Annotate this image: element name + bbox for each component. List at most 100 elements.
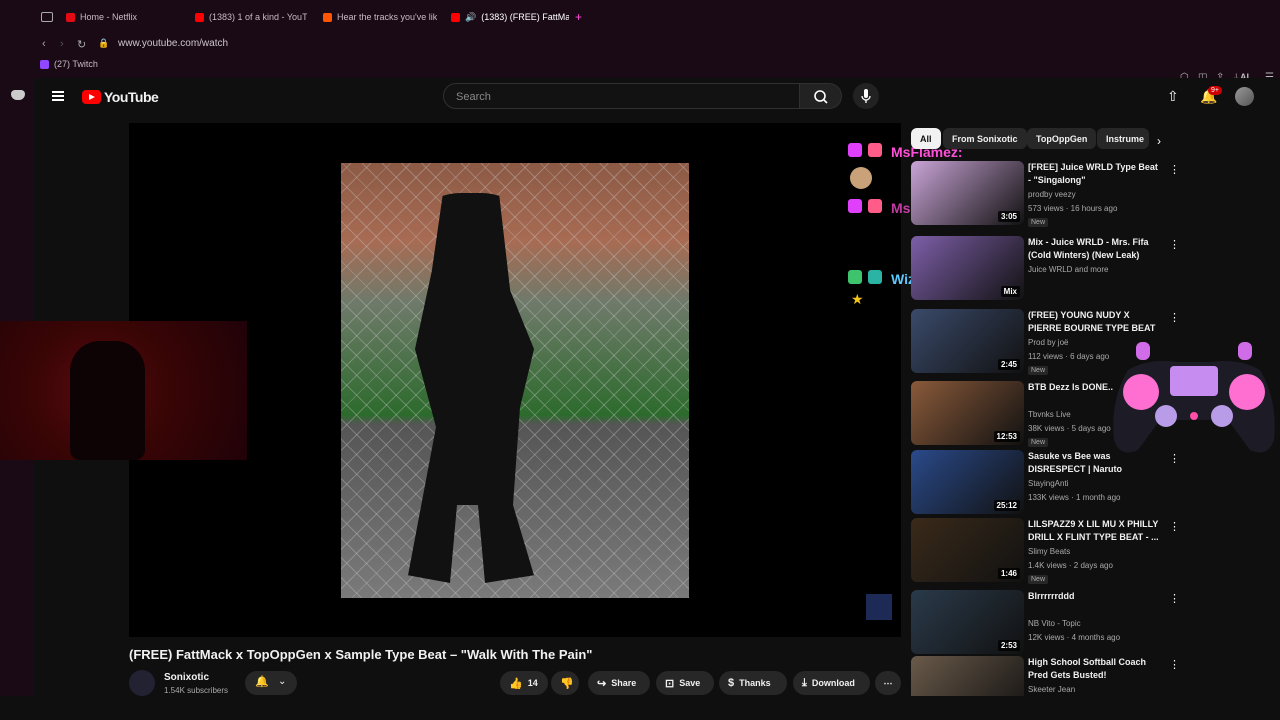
reload-icon[interactable]: ↻	[77, 38, 86, 51]
channel-avatar[interactable]	[129, 670, 155, 696]
tab-manager-icon[interactable]	[41, 12, 53, 22]
soundcloud-icon	[323, 12, 332, 22]
download-button[interactable]: ⤓ Download	[793, 671, 870, 695]
new-tab-button[interactable]: +	[575, 8, 582, 26]
star-icon: ★	[851, 291, 864, 307]
back-icon[interactable]: ‹	[42, 38, 46, 50]
recommendation-item[interactable]: 1:46 LILSPAZZ9 X LIL MU X PHILLY DRILL X …	[911, 518, 1201, 584]
more-vertical-icon[interactable]: ⋮	[1169, 520, 1180, 533]
recommendation-meta: 133K views · 1 month ago	[1028, 493, 1121, 502]
logo-text: YouTube	[104, 89, 159, 105]
recommendation-thumbnail[interactable]: 3:05	[911, 161, 1024, 225]
url-text[interactable]: www.youtube.com/watch	[118, 38, 228, 49]
browser-chrome: Home - Netflix (1383) 1 of a kind - YouT…	[0, 0, 1280, 83]
search-input[interactable]	[454, 90, 788, 104]
recommendation-channel[interactable]: Juice WRLD and more	[1028, 265, 1108, 274]
discord-icon[interactable]	[11, 90, 25, 100]
recommendation-title[interactable]: Blrrrrrrddd	[1028, 590, 1160, 603]
chevron-right-icon[interactable]: ›	[1157, 134, 1161, 148]
recommendation-channel[interactable]: Skeeter Jean	[1028, 685, 1075, 694]
recommendation-thumbnail[interactable]: 12:53	[911, 381, 1024, 445]
speaker-icon: 🔊	[465, 11, 477, 22]
robot-icon	[868, 270, 882, 284]
recommendation-meta: 112 views · 6 days ago	[1028, 352, 1110, 361]
microphone-icon	[861, 89, 871, 103]
duration-badge: Mix	[1000, 286, 1020, 297]
recommendation-channel[interactable]: Tbvnks Live	[1028, 410, 1071, 419]
streamer-figure	[70, 341, 145, 460]
user-avatar[interactable]	[1235, 87, 1254, 106]
hamburger-menu-icon[interactable]	[52, 91, 64, 101]
search-button[interactable]	[800, 83, 842, 109]
upload-icon[interactable]: ⇧	[1167, 88, 1179, 105]
youtube-logo[interactable]: YouTube	[82, 89, 159, 105]
emote-icon	[850, 167, 872, 189]
thumbs-up-icon: 👍	[509, 677, 523, 690]
recommendation-title[interactable]: [FREE] Juice WRLD Type Beat - "Singalong…	[1028, 161, 1160, 187]
dislike-button[interactable]: 👎	[551, 671, 579, 695]
more-actions-button[interactable]: ⋯	[875, 671, 901, 695]
save-button[interactable]: ⊡ Save	[656, 671, 714, 695]
chip-from-channel[interactable]: From Sonixotic	[943, 128, 1027, 149]
recommendation-channel[interactable]: StayingAnti	[1028, 479, 1068, 488]
more-vertical-icon[interactable]: ⋮	[1169, 658, 1180, 671]
recommendation-title[interactable]: High School Softball Coach Pred Gets Bus…	[1028, 656, 1160, 682]
subscriber-count: 1.54K subscribers	[164, 686, 229, 695]
save-label: Save	[679, 678, 701, 688]
tab-strip: Home - Netflix (1383) 1 of a kind - YouT…	[0, 0, 1280, 34]
recommendation-channel[interactable]: Prod by joë	[1028, 338, 1068, 347]
tab-youtube-1[interactable]: (1383) 1 of a kind - YouTu	[195, 8, 307, 26]
subscription-bell-button[interactable]: 🔔 ⌄	[245, 671, 297, 695]
bookmark-twitch[interactable]: (27) Twitch	[40, 59, 98, 69]
like-count: 14	[527, 678, 538, 688]
webcam-overlay	[0, 321, 247, 460]
recommendation-meta: 1.4K views · 2 days ago	[1028, 561, 1113, 570]
share-label: Share	[611, 678, 637, 688]
recommendation-channel[interactable]: NB Vito - Topic	[1028, 619, 1081, 628]
download-icon: ⤓	[802, 676, 807, 689]
recommendation-title[interactable]: LILSPAZZ9 X LIL MU X PHILLY DRILL X FLIN…	[1028, 518, 1160, 544]
share-icon: ↪	[597, 677, 607, 690]
duration-badge: 12:53	[993, 431, 1020, 442]
thanks-icon: $	[728, 677, 735, 689]
chip-topoppgen[interactable]: TopOppGen	[1027, 128, 1097, 149]
recommendation-item[interactable]: 3:05 [FREE] Juice WRLD Type Beat - "Singa…	[911, 161, 1201, 227]
like-button[interactable]: 👍 14	[500, 671, 548, 695]
share-button[interactable]: ↪ Share	[588, 671, 650, 695]
recommendation-item[interactable]: Mix Mix - Juice WRLD - Mrs. Fifa (Cold Wi…	[911, 236, 1201, 300]
voice-search-button[interactable]	[853, 83, 879, 109]
duration-badge: 3:05	[997, 211, 1020, 222]
recommendation-thumbnail[interactable]: Mix	[911, 236, 1024, 300]
tab-label: Hear the tracks you've like	[337, 12, 437, 22]
lock-icon: 🔒	[98, 38, 110, 48]
youtube-icon	[195, 12, 204, 22]
more-vertical-icon[interactable]: ⋮	[1169, 163, 1180, 176]
recommendation-channel[interactable]: prodby veezy	[1028, 190, 1076, 199]
forward-icon[interactable]: ›	[60, 38, 64, 50]
chip-instrumental[interactable]: Instrume	[1097, 128, 1149, 149]
recommendation-thumbnail[interactable]: 2:53	[911, 590, 1024, 654]
tab-netflix[interactable]: Home - Netflix	[66, 8, 181, 26]
bot-badge-icon	[848, 270, 862, 284]
video-thumbnail	[341, 163, 689, 598]
more-vertical-icon[interactable]: ⋮	[1169, 592, 1180, 605]
more-vertical-icon[interactable]: ⋮	[1169, 238, 1180, 251]
heart-badge-icon	[868, 199, 882, 213]
recommendation-title[interactable]: (FREE) YOUNG NUDY X PIERRE BOURNE TYPE B…	[1028, 309, 1160, 335]
tab-youtube-active[interactable]: 🔊 (1383) (FREE) FattMack	[451, 8, 569, 26]
recommendation-thumbnail[interactable]: 1:46	[911, 518, 1024, 582]
netflix-icon	[66, 12, 75, 22]
recommendation-thumbnail[interactable]: 25:12	[911, 450, 1024, 514]
youtube-icon	[451, 12, 460, 22]
channel-name[interactable]: Sonixotic	[164, 672, 209, 683]
thanks-button[interactable]: $ Thanks	[719, 671, 787, 695]
recommendation-item[interactable]: 2:53 Blrrrrrrddd NB Vito - Topic 12K views …	[911, 590, 1201, 654]
more-vertical-icon[interactable]: ⋮	[1169, 311, 1180, 324]
chip-all[interactable]: All	[911, 128, 941, 149]
recommendation-channel[interactable]: Slimy Beats	[1028, 547, 1070, 556]
recommendation-thumbnail[interactable]: 2:45	[911, 309, 1024, 373]
new-badge: New	[1028, 366, 1049, 375]
thumbs-down-icon: 👎	[560, 677, 574, 690]
recommendation-title[interactable]: Mix - Juice WRLD - Mrs. Fifa (Cold Winte…	[1028, 236, 1160, 262]
tab-soundcloud[interactable]: Hear the tracks you've like	[323, 8, 437, 26]
